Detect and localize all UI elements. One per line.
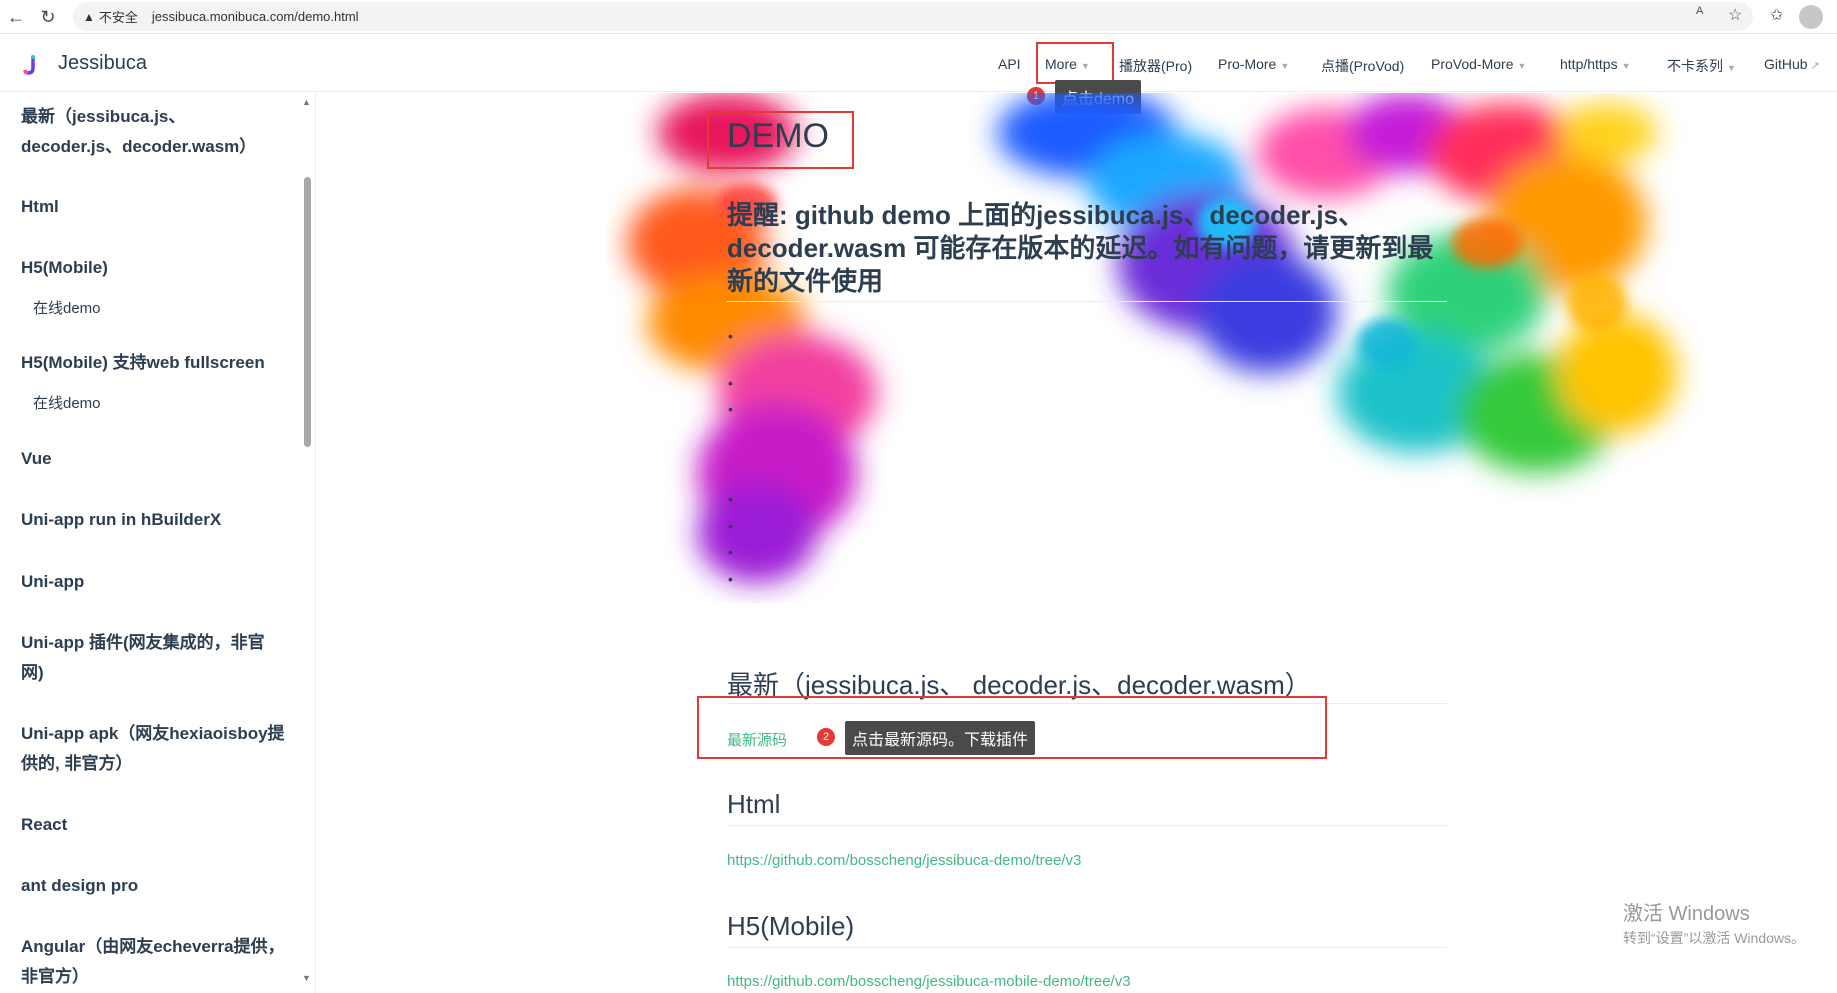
divider xyxy=(727,825,1447,826)
sidebar-item-uniapp-apk[interactable]: Uni-app apk（网友hexiaoisboy提供的, 非官方） xyxy=(21,719,286,779)
nav-pro-more[interactable]: Pro-More ▼ xyxy=(1218,56,1289,72)
chevron-down-icon: ▼ xyxy=(1621,61,1631,71)
windows-activation-watermark: 激活 Windows 转到“设置”以激活 Windows。 xyxy=(1623,897,1805,948)
external-link-icon: ↗ xyxy=(1810,60,1820,72)
nav-http[interactable]: http/https ▼ xyxy=(1560,56,1631,72)
nav-player-pro[interactable]: 播放器(Pro) xyxy=(1119,56,1192,76)
highlight-box-more xyxy=(1036,42,1114,84)
tooltip-download-plugin: 点击最新源码。下载插件 xyxy=(845,721,1036,755)
sidebar-item-angular[interactable]: Angular（由网友echeverra提供，非官方） xyxy=(21,932,286,992)
security-label: 不安全 xyxy=(98,10,138,25)
star-icon[interactable]: ☆ xyxy=(1728,5,1742,25)
list-bullet: • xyxy=(728,491,733,507)
section-heading-h5-mobile: H5(Mobile) xyxy=(727,911,855,941)
scroll-down-icon[interactable]: ▼ xyxy=(302,973,311,983)
section-heading-html: Html xyxy=(727,789,781,819)
html-demo-link[interactable]: https://github.com/bosscheng/jessibuca-d… xyxy=(727,852,1081,869)
sidebar-item-react[interactable]: React xyxy=(21,810,286,840)
jessibuca-logo-icon[interactable] xyxy=(22,54,42,76)
ink-splash-image xyxy=(627,93,1677,583)
warning-icon: ▲ xyxy=(83,9,95,24)
nav-api[interactable]: API xyxy=(998,56,1021,72)
notice-heading: 提醒: github demo 上面的jessibuca.js、decoder.… xyxy=(727,200,1434,296)
divider xyxy=(727,301,1447,302)
list-bullet: • xyxy=(728,518,733,534)
favorites-icon[interactable]: ✩ xyxy=(1770,5,1783,25)
list-bullet: • xyxy=(728,375,733,391)
reload-icon[interactable]: ↻ xyxy=(36,5,60,29)
nav-provod-more[interactable]: ProVod-More ▼ xyxy=(1431,56,1526,72)
site-header: Jessibuca API More ▼ 播放器(Pro) Pro-More ▼ 点… xyxy=(0,34,1837,92)
chevron-down-icon: ▼ xyxy=(1280,61,1290,71)
watermark-subtitle: 转到“设置”以激活 Windows。 xyxy=(1623,930,1806,946)
list-bullet: • xyxy=(728,544,733,560)
url-text: jessibuca.monibuca.com/demo.html xyxy=(151,9,359,24)
profile-avatar[interactable] xyxy=(1799,5,1823,29)
divider xyxy=(727,947,1447,948)
main-content: DEMO 提醒: github demo 上面的jessibuca.js、dec… xyxy=(317,93,1837,993)
nav-github[interactable]: GitHub ↗ xyxy=(1764,56,1820,72)
sidebar-item-ant-design-pro[interactable]: ant design pro xyxy=(21,871,286,901)
step-badge-2: 2 xyxy=(817,728,835,746)
sidebar-subitem-online-demo[interactable]: 在线demo xyxy=(33,392,101,413)
sidebar: 最新（jessibuca.js、decoder.js、decoder.wasm）… xyxy=(0,93,316,993)
list-bullet: • xyxy=(728,328,733,344)
sidebar-item-uniapp-plugin[interactable]: Uni-app 插件(网友集成的，非官网) xyxy=(21,628,286,688)
scroll-up-icon[interactable]: ▲ xyxy=(302,97,311,107)
watermark-title: 激活 Windows xyxy=(1623,903,1750,925)
sidebar-item-h5-fullscreen[interactable]: H5(Mobile) 支持web fullscreen xyxy=(21,348,286,378)
translate-icon[interactable]: ᴬ xyxy=(1696,5,1703,23)
sidebar-item-h5-mobile[interactable]: H5(Mobile) xyxy=(21,253,286,283)
nav-provod[interactable]: 点播(ProVod) xyxy=(1321,56,1404,76)
chevron-down-icon: ▼ xyxy=(1727,63,1736,73)
address-bar[interactable]: ▲ 不安全 jessibuca.monibuca.com/demo.html xyxy=(73,2,1753,31)
latest-source-link[interactable]: 最新源码 xyxy=(727,729,787,750)
sidebar-subitem-online-demo[interactable]: 在线demo xyxy=(33,297,101,318)
list-bullet: • xyxy=(728,401,733,417)
sidebar-item-latest[interactable]: 最新（jessibuca.js、decoder.js、decoder.wasm） xyxy=(21,102,286,162)
site-title[interactable]: Jessibuca xyxy=(58,52,147,75)
list-bullet: • xyxy=(728,571,733,587)
back-icon[interactable]: ← xyxy=(4,5,28,29)
sidebar-item-html[interactable]: Html xyxy=(21,192,286,222)
h5-mobile-demo-link[interactable]: https://github.com/bosscheng/jessibuca-m… xyxy=(727,973,1131,990)
highlight-box-demo xyxy=(707,111,854,169)
sidebar-item-uniapp[interactable]: Uni-app xyxy=(21,567,286,597)
browser-toolbar: ← ↻ ▲ 不安全 jessibuca.monibuca.com/demo.ht… xyxy=(0,0,1837,34)
chevron-down-icon: ▼ xyxy=(1517,61,1527,71)
sidebar-scrollbar[interactable] xyxy=(304,177,311,447)
sidebar-item-uniapp-hbuilderx[interactable]: Uni-app run in hBuilderX xyxy=(21,505,286,535)
sidebar-item-vue[interactable]: Vue xyxy=(21,444,286,474)
nav-buka[interactable]: 不卡系列 ▼ xyxy=(1667,56,1736,76)
